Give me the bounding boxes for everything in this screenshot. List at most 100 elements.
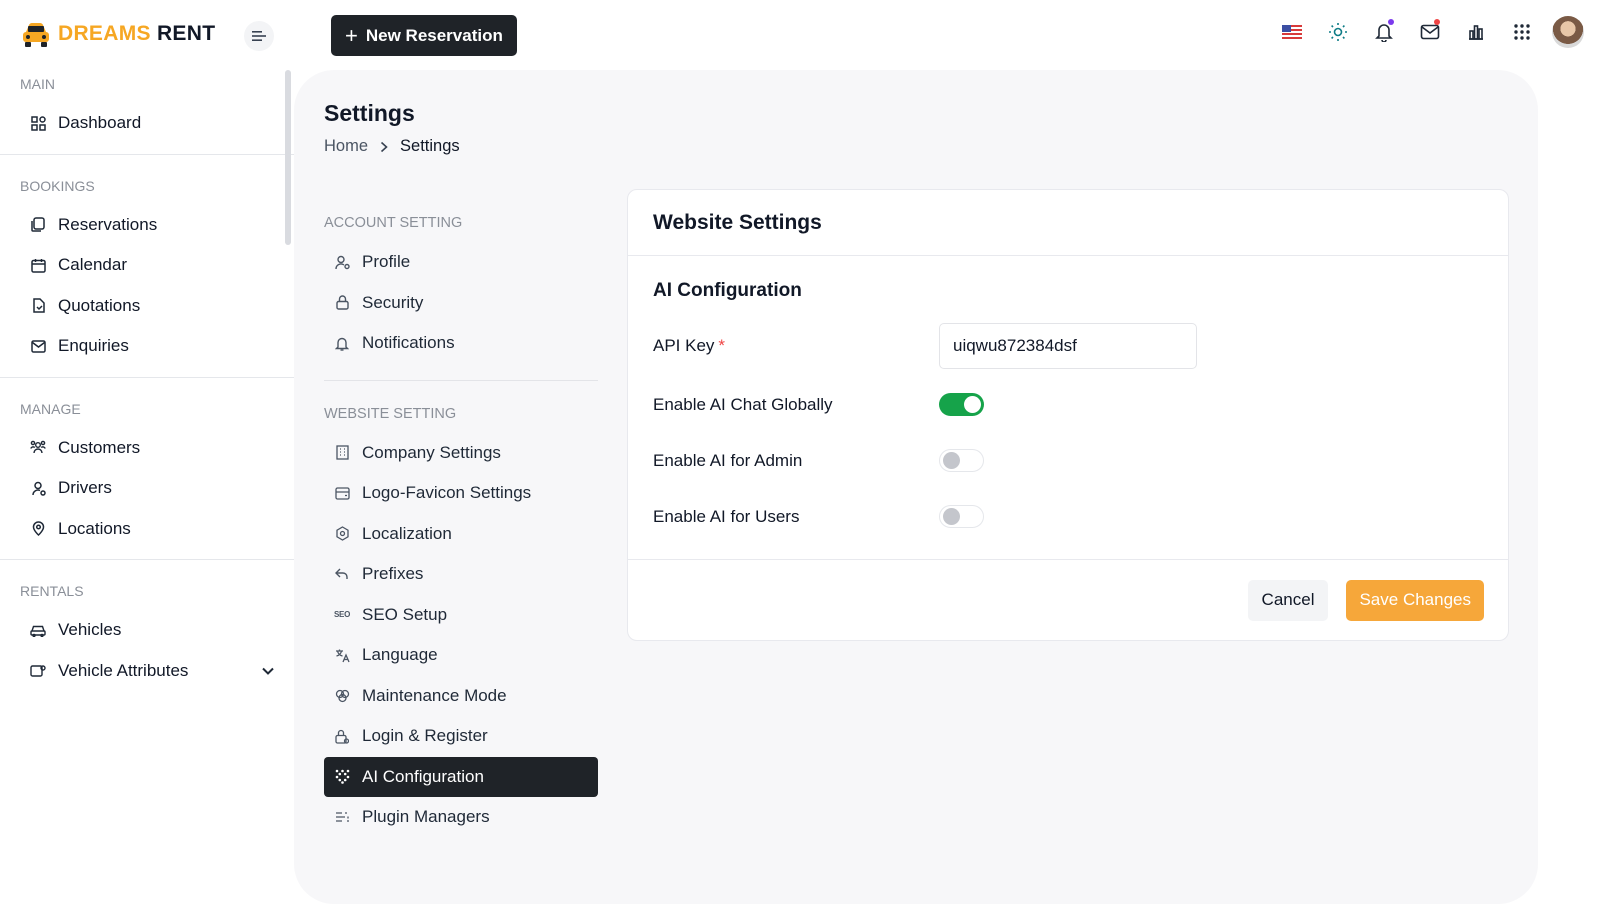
sidebar-item-drivers[interactable]: Drivers <box>20 468 274 509</box>
settings-nav-logo-favicon[interactable]: Logo-Favicon Settings <box>324 473 598 514</box>
reservations-icon <box>30 217 46 233</box>
language-flag-button[interactable] <box>1276 16 1308 48</box>
user-avatar[interactable] <box>1552 16 1584 48</box>
main-content: Settings Home Settings ACCOUNT SETTING P… <box>294 70 1538 904</box>
us-flag-icon <box>1282 25 1302 39</box>
toggle-knob <box>943 508 960 525</box>
settings-nav-label: Prefixes <box>362 564 424 584</box>
quotations-icon <box>30 298 46 314</box>
profile-icon <box>334 254 350 270</box>
settings-nav-maintenance-mode[interactable]: Maintenance Mode <box>324 676 598 717</box>
settings-nav-label: Logo-Favicon Settings <box>362 483 532 503</box>
toggle-row-ai-admin: Enable AI for Admin <box>653 449 984 472</box>
settings-nav-label: Company Settings <box>362 442 501 462</box>
card-body: AI Configuration API Key * uiqwu872384dsf… <box>628 256 1508 560</box>
new-reservation-button[interactable]: + New Reservation <box>331 15 517 56</box>
sidebar-section-rentals: RENTALS Vehicles Vehicle Attributes <box>0 560 294 691</box>
sun-icon <box>1329 23 1347 41</box>
mail-icon <box>1420 24 1440 40</box>
settings-nav-section-title: WEBSITE SETTING <box>324 405 457 422</box>
sidebar-item-label: Vehicle Attributes <box>58 660 189 680</box>
toggle-label: Enable AI for Admin <box>653 450 803 470</box>
tools-icon <box>334 688 350 704</box>
settings-nav-company-settings[interactable]: Company Settings <box>324 433 598 474</box>
menu-icon <box>252 31 266 41</box>
toggle-knob <box>964 396 981 413</box>
sidebar-section-bookings: BOOKINGS Reservations Calendar Quotation… <box>0 155 294 367</box>
settings-nav-label: Profile <box>362 252 411 272</box>
settings-nav-language[interactable]: Language <box>324 635 598 676</box>
theme-toggle-button[interactable] <box>1322 16 1354 48</box>
save-changes-button[interactable]: Save Changes <box>1346 579 1484 621</box>
sidebar-section-title: BOOKINGS <box>20 177 95 194</box>
breadcrumb-home-link[interactable]: Home <box>324 137 368 156</box>
page-title: Settings <box>324 100 415 126</box>
sidebar-scrollbar[interactable] <box>285 70 291 245</box>
driver-icon <box>30 480 46 496</box>
settings-nav-localization[interactable]: Localization <box>324 514 598 555</box>
sidebar-item-customers[interactable]: Customers <box>20 428 274 469</box>
settings-nav-prefixes[interactable]: Prefixes <box>324 554 598 595</box>
settings-nav-login-register[interactable]: Login & Register <box>324 716 598 757</box>
sidebar-item-label: Locations <box>58 518 131 538</box>
brand-name-part1: DREAMS <box>58 22 151 45</box>
sidebar-item-quotations[interactable]: Quotations <box>20 286 274 327</box>
sidebar-item-calendar[interactable]: Calendar <box>20 245 274 286</box>
message-dot <box>1434 19 1440 25</box>
sidebar-item-reservations[interactable]: Reservations <box>20 205 274 246</box>
api-key-label-text: API Key <box>653 336 715 355</box>
brand-logo[interactable]: DREAMS RENT <box>20 18 215 50</box>
ai-admin-toggle[interactable] <box>939 449 984 472</box>
settings-nav-ai-configuration[interactable]: AI Configuration <box>324 756 598 797</box>
messages-button[interactable] <box>1414 16 1446 48</box>
settings-nav-plugin-managers[interactable]: Plugin Managers <box>324 797 598 838</box>
chart-icon <box>1469 25 1483 40</box>
sidebar-section-main: MAIN Dashboard <box>0 70 294 144</box>
sidebar-item-label: Drivers <box>58 478 112 498</box>
required-asterisk: * <box>718 336 726 355</box>
toggle-row-ai-chat-global: Enable AI Chat Globally <box>653 393 984 416</box>
card-title: Website Settings <box>653 210 822 234</box>
settings-nav-label: SEO Setup <box>362 604 448 624</box>
mail-icon <box>30 338 46 354</box>
ai-sparkle-icon <box>334 769 350 785</box>
notifications-button[interactable] <box>1368 16 1400 48</box>
seo-icon: SEO <box>334 610 350 620</box>
ai-chat-global-toggle[interactable] <box>939 393 984 416</box>
apps-button[interactable] <box>1506 16 1538 48</box>
settings-nav-security[interactable]: Security <box>324 283 598 324</box>
website-settings-card: Website Settings AI Configuration API Ke… <box>627 189 1509 641</box>
reports-button[interactable] <box>1460 16 1492 48</box>
settings-nav-notifications[interactable]: Notifications <box>324 323 598 364</box>
brand-name-part2: RENT <box>156 22 216 45</box>
cancel-button[interactable]: Cancel <box>1247 579 1329 621</box>
sidebar-item-label: Customers <box>58 437 141 457</box>
section-title: AI Configuration <box>653 280 802 301</box>
vehicle-attributes-icon <box>30 663 46 679</box>
settings-nav-label: Localization <box>362 523 452 543</box>
lock-icon <box>334 295 350 311</box>
sidebar-item-locations[interactable]: Locations <box>20 509 274 550</box>
image-icon <box>334 485 350 501</box>
menu-toggle-button[interactable] <box>244 21 274 51</box>
toggle-knob <box>943 452 960 469</box>
new-reservation-label: New Reservation <box>365 25 503 45</box>
hexagon-icon <box>334 526 350 542</box>
sidebar-item-vehicle-attributes[interactable]: Vehicle Attributes <box>20 651 274 692</box>
sidebar-item-vehicles[interactable]: Vehicles <box>20 610 274 651</box>
sidebar-section-title: RENTALS <box>20 583 84 599</box>
ai-users-toggle[interactable] <box>939 505 984 528</box>
chevron-right-icon <box>380 141 388 152</box>
api-key-input[interactable]: uiqwu872384dsf <box>939 323 1197 369</box>
sidebar-section-manage: MANAGE Customers Drivers Locations <box>0 378 294 550</box>
header-actions <box>1276 16 1584 48</box>
sidebar-item-dashboard[interactable]: Dashboard <box>20 103 274 144</box>
sidebar-item-label: Vehicles <box>58 620 122 640</box>
brand-name: DREAMS RENT <box>58 22 215 46</box>
settings-nav-profile[interactable]: Profile <box>324 242 598 283</box>
settings-nav-seo-setup[interactable]: SEO SEO Setup <box>324 595 598 636</box>
api-key-label: API Key * <box>653 336 939 356</box>
building-icon <box>334 445 350 461</box>
sidebar-item-enquiries[interactable]: Enquiries <box>20 326 274 367</box>
sidebar-item-label: Dashboard <box>58 113 142 133</box>
